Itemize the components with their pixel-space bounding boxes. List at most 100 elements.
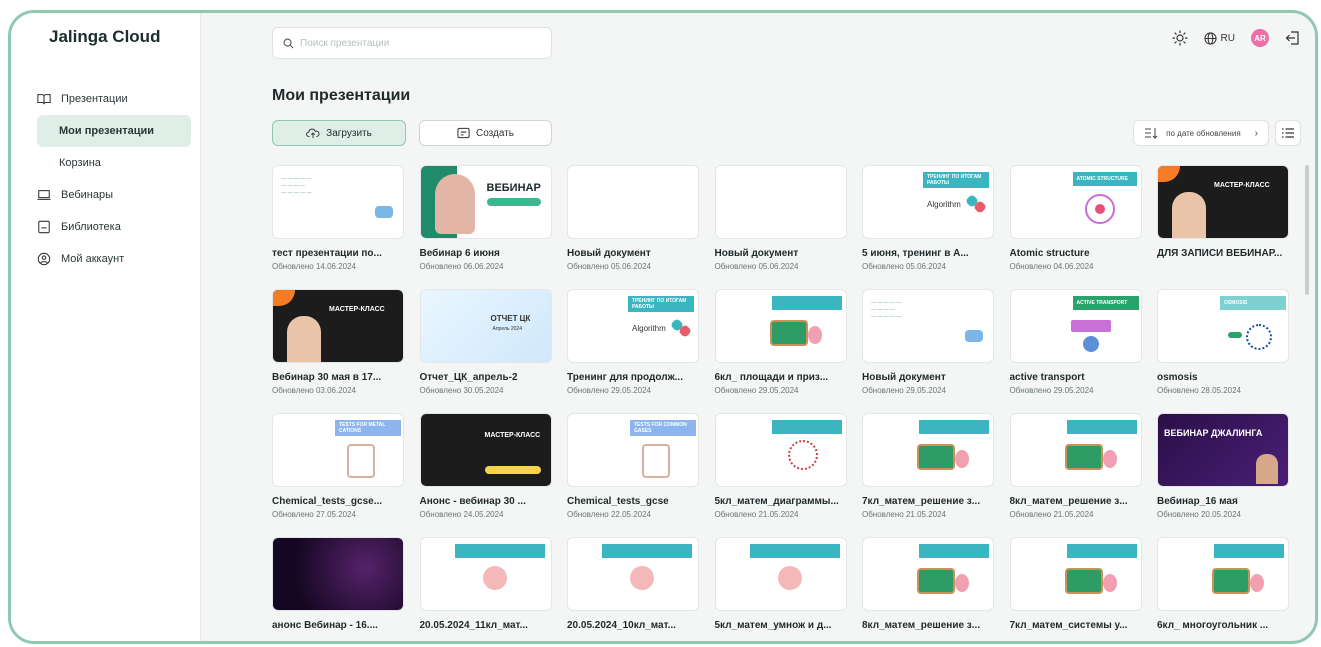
language-switcher[interactable]: RU bbox=[1203, 31, 1235, 45]
sort-dropdown[interactable]: по дате обновления › bbox=[1133, 120, 1269, 146]
presentation-card[interactable]: 20.05.2024_10кл_мат... bbox=[567, 537, 699, 641]
presentation-thumbnail[interactable] bbox=[862, 537, 994, 611]
presentation-title[interactable]: Отчет_ЦК_апрель-2 bbox=[420, 372, 552, 383]
presentation-thumbnail[interactable] bbox=[714, 165, 847, 239]
presentation-card[interactable]: ОТЧЕТ ЦК Апрель 2024 Отчет_ЦК_апрель-2 Обно… bbox=[419, 289, 552, 399]
logout-icon[interactable] bbox=[1285, 30, 1301, 46]
presentation-title[interactable]: Тренинг для продолж... bbox=[567, 372, 699, 383]
presentation-thumbnail[interactable]: OSMOSIS bbox=[1157, 289, 1289, 363]
sidebar-item-presentations[interactable]: Презентации bbox=[11, 83, 201, 115]
presentation-card[interactable]: 8кл_матем_решение з... Обновлено 21.05.20… bbox=[1009, 413, 1142, 523]
sidebar-item-my-presentations[interactable]: Мои презентации bbox=[37, 115, 191, 147]
presentation-card[interactable]: ATOMIC STRUCTURE Atomic structure Обновлен… bbox=[1009, 165, 1142, 275]
presentation-title[interactable]: анонс Вебинар - 16.... bbox=[272, 620, 404, 631]
presentation-card[interactable]: Новый документ Обновлено 05.06.2024 bbox=[567, 165, 699, 275]
presentation-title[interactable]: 5кл_матем_умнож и д... bbox=[715, 620, 847, 631]
presentation-thumbnail[interactable]: МАСТЕР-КЛАСС bbox=[272, 289, 404, 363]
presentation-thumbnail[interactable] bbox=[567, 165, 699, 239]
presentation-card[interactable]: МАСТЕР-КЛАСС ДЛЯ ЗАПИСИ ВЕБИНАР... bbox=[1157, 165, 1289, 275]
presentation-thumbnail[interactable]: ТРЕНИНГ ПО ИТОГАМ РАБОТЫ Algorithm bbox=[567, 289, 699, 363]
create-button[interactable]: Создать bbox=[419, 120, 552, 146]
presentation-thumbnail[interactable]: TESTS FOR METAL CATIONS bbox=[272, 413, 404, 487]
presentation-thumbnail[interactable]: — — — — — — — — — — — — — — bbox=[272, 165, 404, 239]
presentation-thumbnail[interactable]: МАСТЕР-КЛАСС bbox=[419, 413, 552, 487]
presentation-title[interactable]: 20.05.2024_10кл_мат... bbox=[567, 620, 699, 631]
presentation-title[interactable]: 7кл_матем_решение з... bbox=[862, 496, 994, 507]
presentation-thumbnail[interactable]: — — — — — — — — — — — — — — bbox=[862, 289, 994, 363]
presentation-thumbnail[interactable] bbox=[862, 413, 994, 487]
sidebar-item-trash[interactable]: Корзина bbox=[11, 147, 201, 179]
presentation-card[interactable]: TESTS FOR METAL CATIONS Chemical_tests_gc… bbox=[272, 413, 404, 523]
presentation-thumbnail[interactable]: ATOMIC STRUCTURE bbox=[1009, 165, 1142, 239]
presentation-card[interactable]: 8кл_матем_решение з... bbox=[862, 537, 994, 641]
presentation-card[interactable]: OSMOSIS osmosis Обновлено 28.05.2024 bbox=[1157, 289, 1289, 399]
presentation-card[interactable]: ВЕБИНАР Вебинар 6 июня Обновлено 06.06.202… bbox=[419, 165, 552, 275]
list-view-button[interactable] bbox=[1275, 120, 1301, 146]
presentation-title[interactable]: Новый документ bbox=[715, 248, 847, 259]
presentation-title[interactable]: Atomic structure bbox=[1010, 248, 1142, 259]
presentation-title[interactable]: тест презентации по... bbox=[272, 248, 404, 259]
presentation-card[interactable]: 6кл_ площади и приз... Обновлено 29.05.20… bbox=[714, 289, 847, 399]
presentation-title[interactable]: Вебинар 30 мая в 17... bbox=[272, 372, 404, 383]
presentation-title[interactable]: 7кл_матем_системы у... bbox=[1010, 620, 1142, 631]
presentation-card[interactable]: ACTIVE TRANSPORT active transport Обновлен… bbox=[1009, 289, 1142, 399]
upload-button[interactable]: Загрузить bbox=[272, 120, 406, 146]
scrollbar[interactable] bbox=[1305, 165, 1309, 295]
presentation-thumbnail[interactable] bbox=[714, 537, 847, 611]
presentation-card[interactable]: ВЕБИНАР ДЖАЛИНГА Вебинар_16 мая Обновлено … bbox=[1157, 413, 1289, 523]
presentation-card[interactable]: 20.05.2024_11кл_мат... bbox=[419, 537, 552, 641]
presentation-thumbnail[interactable]: ACTIVE TRANSPORT bbox=[1009, 289, 1142, 363]
presentation-thumbnail[interactable] bbox=[272, 537, 404, 611]
presentation-title[interactable]: active transport bbox=[1010, 372, 1142, 383]
presentation-thumbnail[interactable] bbox=[714, 413, 847, 487]
presentation-title[interactable]: 6кл_ площади и приз... bbox=[715, 372, 847, 383]
presentation-thumbnail[interactable] bbox=[419, 537, 552, 611]
presentation-title[interactable]: 6кл_ многоугольник ... bbox=[1157, 620, 1289, 631]
presentation-thumbnail[interactable]: МАСТЕР-КЛАСС bbox=[1157, 165, 1289, 239]
presentation-card[interactable]: — — — — — — — — — — — — — — Новый документ О… bbox=[862, 289, 994, 399]
presentation-title[interactable]: Новый документ bbox=[862, 372, 994, 383]
presentation-card[interactable]: — — — — — — — — — — — — — — тест презентаци… bbox=[272, 165, 404, 275]
presentation-card[interactable]: МАСТЕР-КЛАСС Вебинар 30 мая в 17... Обновл… bbox=[272, 289, 404, 399]
presentation-thumbnail[interactable] bbox=[567, 537, 699, 611]
presentation-thumbnail[interactable] bbox=[1009, 537, 1142, 611]
presentation-title[interactable]: Анонс - вебинар 30 ... bbox=[420, 496, 552, 507]
presentation-title[interactable]: Chemical_tests_gcse bbox=[567, 496, 699, 507]
presentation-card[interactable]: TESTS FOR COMMON GASES Chemical_tests_gcs… bbox=[567, 413, 699, 523]
search-input[interactable] bbox=[300, 37, 530, 49]
app-logo[interactable]: Jalinga Cloud bbox=[49, 27, 160, 47]
presentation-card[interactable]: Новый документ Обновлено 05.06.2024 bbox=[714, 165, 847, 275]
presentation-card[interactable]: ТРЕНИНГ ПО ИТОГАМ РАБОТЫ Algorithm Тренинг… bbox=[567, 289, 699, 399]
presentation-thumbnail[interactable]: ВЕБИНАР ДЖАЛИНГА bbox=[1157, 413, 1289, 487]
presentation-thumbnail[interactable] bbox=[1157, 537, 1289, 611]
search-box[interactable] bbox=[272, 27, 552, 59]
presentation-title[interactable]: ДЛЯ ЗАПИСИ ВЕБИНАР... bbox=[1157, 248, 1289, 259]
sidebar-item-library[interactable]: Библиотека bbox=[11, 211, 201, 243]
presentation-card[interactable]: МАСТЕР-КЛАСС Анонс - вебинар 30 ... Обновл… bbox=[419, 413, 552, 523]
avatar[interactable]: AR bbox=[1251, 29, 1269, 47]
presentation-title[interactable]: osmosis bbox=[1157, 372, 1289, 383]
theme-toggle-icon[interactable] bbox=[1172, 30, 1188, 46]
presentation-title[interactable]: 20.05.2024_11кл_мат... bbox=[420, 620, 552, 631]
presentation-card[interactable]: ТРЕНИНГ ПО ИТОГАМ РАБОТЫ Algorithm 5 июня,… bbox=[862, 165, 994, 275]
presentation-title[interactable]: 8кл_матем_решение з... bbox=[1010, 496, 1142, 507]
sidebar-item-account[interactable]: Мой аккаунт bbox=[11, 243, 201, 275]
presentation-title[interactable]: Вебинар_16 мая bbox=[1157, 496, 1289, 507]
presentation-title[interactable]: 5 июня, тренинг в A... bbox=[862, 248, 994, 259]
presentation-title[interactable]: 5кл_матем_диаграммы... bbox=[715, 496, 847, 507]
presentation-card[interactable]: 5кл_матем_умнож и д... bbox=[714, 537, 847, 641]
presentation-card[interactable]: 6кл_ многоугольник ... bbox=[1157, 537, 1289, 641]
sidebar-item-webinars[interactable]: Вебинары bbox=[11, 179, 201, 211]
presentation-title[interactable]: 8кл_матем_решение з... bbox=[862, 620, 994, 631]
presentation-title[interactable]: Chemical_tests_gcse... bbox=[272, 496, 404, 507]
presentation-card[interactable]: 7кл_матем_решение з... Обновлено 21.05.20… bbox=[862, 413, 994, 523]
presentation-thumbnail[interactable]: ТРЕНИНГ ПО ИТОГАМ РАБОТЫ Algorithm bbox=[862, 165, 994, 239]
presentation-card[interactable]: 7кл_матем_системы у... bbox=[1009, 537, 1142, 641]
presentation-thumbnail[interactable] bbox=[1009, 413, 1142, 487]
presentation-card[interactable]: 5кл_матем_диаграммы... Обновлено 21.05.20… bbox=[714, 413, 847, 523]
presentation-thumbnail[interactable] bbox=[714, 289, 847, 363]
presentation-thumbnail[interactable]: ВЕБИНАР bbox=[419, 165, 552, 239]
presentation-title[interactable]: Вебинар 6 июня bbox=[420, 248, 552, 259]
presentation-title[interactable]: Новый документ bbox=[567, 248, 699, 259]
presentation-thumbnail[interactable]: TESTS FOR COMMON GASES bbox=[567, 413, 699, 487]
